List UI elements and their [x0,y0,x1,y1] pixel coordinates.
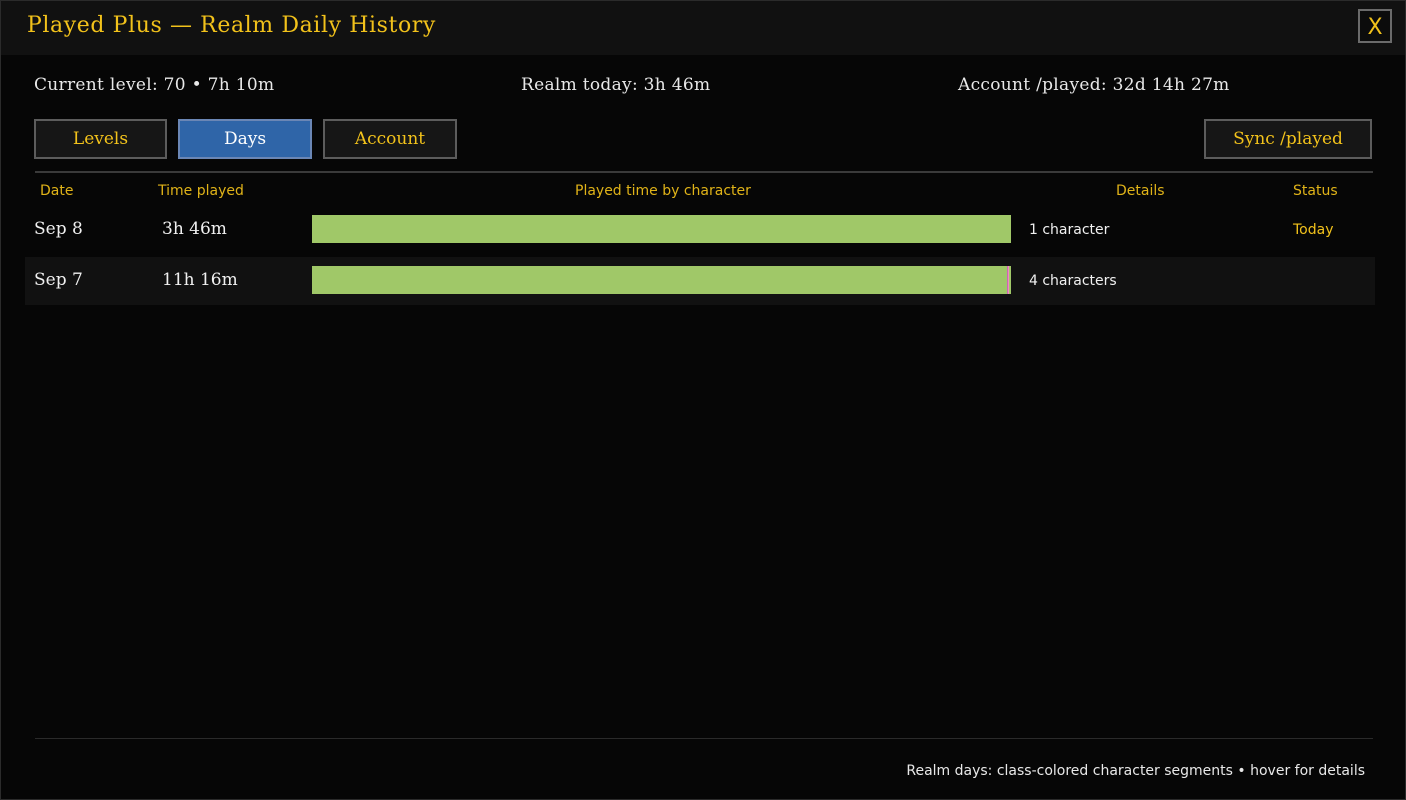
row-date: Sep 7 [34,270,83,290]
row-details: 1 character [1029,222,1110,238]
table-row[interactable]: Sep 8 3h 46m 1 character Today [25,206,1375,254]
tab-account[interactable]: Account [323,119,457,159]
realm-today-stat: Realm today: 3h 46m [521,75,711,95]
sync-played-button[interactable]: Sync /played [1204,119,1372,159]
tab-levels[interactable]: Levels [34,119,167,159]
played-time-bar[interactable] [312,215,1011,243]
title-bar: Played Plus — Realm Daily History X [1,1,1405,55]
footer-hint: Realm days: class-colored character segm… [906,763,1365,779]
row-details: 4 characters [1029,273,1117,289]
close-button[interactable]: X [1358,9,1392,43]
column-header-details: Details [1116,183,1165,199]
footer-divider [35,738,1373,739]
row-date: Sep 8 [34,219,83,239]
character-segment[interactable] [1009,266,1011,294]
account-played-stat: Account /played: 32d 14h 27m [958,75,1230,95]
window-title: Played Plus — Realm Daily History [27,13,436,38]
tab-days[interactable]: Days [178,119,312,159]
column-header-date: Date [40,183,74,199]
header-divider [35,171,1373,173]
row-time-played: 3h 46m [162,219,227,239]
played-time-bar[interactable] [312,266,1011,294]
played-plus-window: Played Plus — Realm Daily History X Curr… [0,0,1406,800]
table-row[interactable]: Sep 7 11h 16m 4 characters [25,257,1375,305]
row-time-played: 11h 16m [162,270,238,290]
column-header-bar: Played time by character [575,183,751,199]
status-badge: Today [1293,222,1334,238]
character-segment[interactable] [312,215,1011,243]
column-header-status: Status [1293,183,1338,199]
column-header-time-played: Time played [158,183,244,199]
current-level-stat: Current level: 70 • 7h 10m [34,75,275,95]
character-segment[interactable] [312,266,1007,294]
